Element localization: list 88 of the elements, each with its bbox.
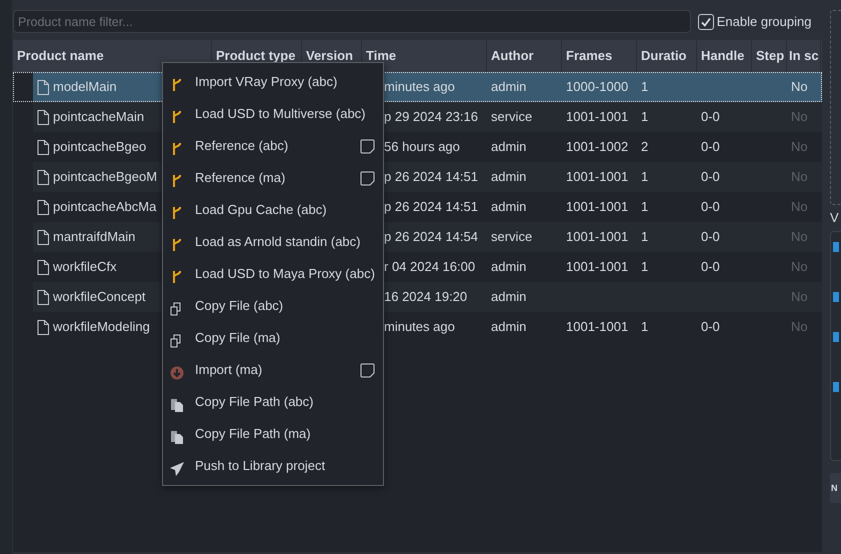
table-cell: No [791, 199, 808, 214]
table-cell: No [791, 139, 808, 154]
table-cell: p 26 2024 14:51 [384, 199, 478, 214]
table-cell: p 26 2024 14:54 [384, 229, 478, 244]
table-cell-text: modelMain [53, 78, 117, 96]
menu-item[interactable]: Copy File (abc) [163, 290, 383, 322]
table-cell: 1001-1001 [566, 319, 628, 334]
table-cell: 1 [641, 169, 648, 184]
table-cell: 1001-1001 [566, 109, 628, 124]
table-cell: 1 [641, 199, 648, 214]
file-icon [37, 320, 49, 334]
table-cell: admin [491, 199, 526, 214]
table-cell: 0-0 [701, 199, 720, 214]
table-cell: 0-0 [701, 319, 720, 334]
table-cell-text: workfileConcept [53, 288, 146, 306]
file-icon [37, 80, 49, 94]
table-cell: 0-0 [701, 169, 720, 184]
table-cell: 0-0 [701, 229, 720, 244]
table-cell: No [791, 289, 808, 304]
panel-header: N [830, 473, 841, 503]
table-cell: admin [491, 319, 526, 334]
menu-item[interactable]: Copy File Path (ma) [163, 418, 383, 450]
file-icon [37, 140, 49, 154]
grouping-checkbox[interactable] [698, 14, 714, 30]
table-cell: p 26 2024 14:51 [384, 169, 478, 184]
file-icon [37, 170, 49, 184]
menu-item[interactable]: Copy File (ma) [163, 322, 383, 354]
table-cell-text: pointcacheBgeo [53, 138, 146, 156]
table-cell: minutes ago [384, 319, 455, 334]
table-cell: admin [491, 79, 526, 94]
table-cell: No [791, 109, 808, 124]
table-cell: service [491, 109, 532, 124]
menu-item[interactable]: Load as Arnold standin (abc) [163, 226, 383, 258]
table-cell: 1001-1001 [566, 229, 628, 244]
file-icon [37, 260, 49, 274]
filter-field[interactable]: Product name filter... [13, 10, 691, 33]
table-cell: 0-0 [701, 259, 720, 274]
options-icon[interactable] [360, 362, 375, 378]
table-cell-text: workfileCfx [53, 258, 117, 276]
table-cell: No [791, 169, 808, 184]
menu-item[interactable]: Copy File Path (abc) [163, 386, 383, 418]
table-cell: 1001-1001 [566, 199, 628, 214]
file-icon [37, 110, 49, 124]
table-cell: 1001-1002 [566, 139, 628, 154]
table-cell: service [491, 229, 532, 244]
table-cell: No [791, 229, 808, 244]
table-cell: 1000-1000 [566, 79, 628, 94]
options-icon[interactable] [360, 170, 375, 186]
table-cell: admin [491, 289, 526, 304]
panel-label: V [830, 211, 840, 225]
file-icon [37, 290, 49, 304]
file-icon [37, 200, 49, 214]
table-cell: No [791, 319, 808, 334]
table-cell: p 29 2024 23:16 [384, 109, 478, 124]
table-cell: 0-0 [701, 109, 720, 124]
table-cell: r 04 2024 16:00 [384, 259, 476, 274]
menu-item[interactable]: Load USD to Multiverse (abc) [163, 98, 383, 130]
table-cell: No [791, 79, 808, 94]
table-cell: 1 [641, 229, 648, 244]
table-cell: 1 [641, 109, 648, 124]
grouping-label: Enable grouping [716, 12, 812, 31]
table-cell-text: pointcacheAbcMa [53, 198, 156, 216]
file-icon [37, 230, 49, 244]
menu-item[interactable]: Push to Library project [163, 450, 383, 482]
menu-item[interactable]: Reference (abc) [163, 130, 383, 162]
table-cell: 0-0 [701, 139, 720, 154]
menu-item[interactable]: Reference (ma) [163, 162, 383, 194]
table-cell: admin [491, 169, 526, 184]
table-cell-text: mantraifdMain [53, 228, 136, 246]
table-cell-text: pointcacheBgeoM [53, 168, 158, 186]
table-cell: 1 [641, 79, 648, 94]
table-cell: 56 hours ago [384, 139, 460, 154]
table-cell: 1 [641, 259, 648, 274]
table-cell: admin [491, 259, 526, 274]
table-cell: minutes ago [384, 79, 455, 94]
table-cell: 2 [641, 139, 648, 154]
menu-item[interactable]: Load Gpu Cache (abc) [163, 194, 383, 226]
table-cell: 1 [641, 319, 648, 334]
table-cell: admin [491, 139, 526, 154]
table-cell: 16 2024 19:20 [384, 289, 468, 304]
table-cell-text: pointcacheMain [53, 108, 144, 126]
table-cell-text: workfileModeling [53, 318, 150, 336]
table-cell: No [791, 259, 808, 274]
menu-item[interactable]: Import (ma) [163, 354, 383, 386]
options-icon[interactable] [360, 138, 375, 154]
table-cell: 1001-1001 [566, 259, 628, 274]
table-cell: 1001-1001 [566, 169, 628, 184]
menu-item[interactable]: Load USD to Maya Proxy (abc) [163, 258, 383, 290]
